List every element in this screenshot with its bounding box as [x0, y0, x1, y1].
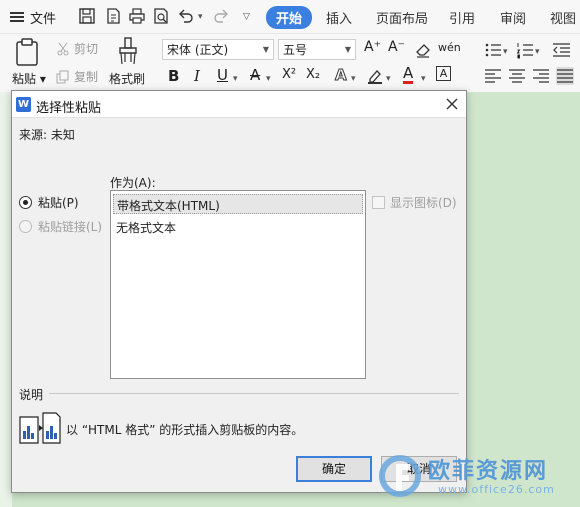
- decrease-indent-icon[interactable]: [552, 41, 570, 59]
- paste-link-radio: 粘贴链接(L): [19, 218, 102, 235]
- copy-label: 复制: [74, 70, 99, 84]
- strike-dropdown-icon[interactable]: ▾: [266, 74, 271, 84]
- watermark-logo-icon: [378, 450, 426, 498]
- file-menu-label: 文件: [30, 11, 57, 27]
- tab-review[interactable]: 审阅: [500, 8, 526, 27]
- paste-special-dialog: W 选择性粘贴 来源: 未知 粘贴(P) 粘贴链接(L) 作为(A): 带格式文…: [11, 90, 467, 493]
- paste-result-icon: [19, 411, 61, 445]
- description-text: 以 “HTML 格式” 的形式插入剪贴板的内容。: [66, 423, 304, 437]
- source-text: 来源: 未知: [19, 128, 75, 142]
- scissors-icon: [57, 42, 69, 55]
- save-icon[interactable]: [78, 7, 96, 25]
- clipboard-icon: [16, 38, 38, 66]
- paste-label[interactable]: 粘贴 ▾: [12, 70, 46, 87]
- char-border-button[interactable]: A: [436, 66, 451, 81]
- tab-view[interactable]: 视图: [550, 8, 576, 27]
- align-right-icon[interactable]: [532, 67, 550, 85]
- font-color-dropdown-icon[interactable]: ▾: [421, 74, 426, 84]
- underline-dropdown-icon[interactable]: ▾: [233, 74, 238, 84]
- pinyin-guide-button[interactable]: wén: [438, 41, 461, 54]
- underline-button[interactable]: U: [217, 66, 228, 84]
- font-color-button[interactable]: A: [403, 65, 414, 84]
- format-listbox[interactable]: 带格式文本(HTML) 无格式文本: [110, 190, 366, 379]
- checkbox-icon: [372, 196, 385, 209]
- align-left-icon[interactable]: [484, 67, 502, 85]
- tab-page-layout[interactable]: 页面布局: [376, 8, 428, 27]
- justify-icon[interactable]: [556, 67, 574, 85]
- radio-checked-icon: [19, 196, 32, 209]
- ok-button[interactable]: 确定: [296, 456, 372, 482]
- print-preview-icon[interactable]: [152, 7, 170, 25]
- align-center-icon[interactable]: [508, 67, 526, 85]
- description-label: 说明: [19, 388, 44, 402]
- bold-button[interactable]: B: [168, 67, 179, 85]
- description-divider: [49, 393, 459, 394]
- home-ribbon: 粘贴 ▾ 剪切 复制 格式刷 宋体 (正文) ▼ 五号 ▼ A⁺ A⁻ wén …: [0, 34, 580, 92]
- brush-icon: [119, 37, 137, 65]
- chevron-down-icon: ▼: [344, 45, 351, 54]
- dialog-title: 选择性粘贴: [36, 101, 102, 116]
- redo-icon[interactable]: [212, 7, 230, 25]
- print-icon[interactable]: [128, 7, 146, 25]
- font-name-value: 宋体 (正文): [167, 43, 229, 57]
- more-commands-icon[interactable]: ▽: [243, 12, 250, 22]
- wps-writer-icon: W: [16, 97, 31, 112]
- strikethrough-button[interactable]: A: [250, 66, 260, 84]
- tab-home[interactable]: 开始: [266, 6, 313, 29]
- tab-references[interactable]: 引用: [449, 8, 475, 27]
- title-toolbar: 文件 ▾ ▽ 开始 插入 页面布局 引用 审阅 视图: [0, 0, 580, 34]
- italic-button[interactable]: I: [194, 67, 200, 85]
- cut-label: 剪切: [74, 42, 99, 56]
- format-painter-label: 格式刷: [109, 72, 146, 86]
- numbered-list-icon[interactable]: [516, 41, 534, 59]
- export-pdf-icon[interactable]: [104, 7, 122, 25]
- bullet-dropdown-icon[interactable]: ▾: [503, 47, 508, 57]
- cut-button[interactable]: 剪切: [56, 40, 98, 57]
- format-painter-button[interactable]: [111, 37, 145, 68]
- watermark-name: 欧菲资源网: [428, 459, 549, 484]
- list-item-html[interactable]: 带格式文本(HTML): [113, 194, 363, 214]
- bullet-list-icon[interactable]: [484, 41, 502, 59]
- shrink-font-button[interactable]: A⁻: [388, 39, 405, 55]
- site-watermark: 欧菲资源网 www.office26.com: [378, 450, 580, 507]
- text-effect-button[interactable]: A: [335, 66, 348, 85]
- font-name-select[interactable]: 宋体 (正文) ▼: [162, 39, 274, 60]
- chevron-down-icon: ▼: [262, 45, 269, 54]
- undo-dropdown-icon[interactable]: ▾: [198, 12, 203, 22]
- grow-font-button[interactable]: A⁺: [364, 39, 381, 55]
- tab-insert[interactable]: 插入: [326, 8, 352, 27]
- font-size-value: 五号: [283, 43, 308, 57]
- font-size-select[interactable]: 五号 ▼: [278, 39, 356, 60]
- numbered-dropdown-icon[interactable]: ▾: [535, 47, 540, 57]
- paste-link-radio-label: 粘贴链接(L): [38, 220, 103, 234]
- dialog-titlebar[interactable]: W 选择性粘贴: [12, 91, 466, 118]
- close-icon[interactable]: [444, 96, 460, 112]
- highlight-dropdown-icon[interactable]: ▾: [386, 74, 391, 84]
- subscript-button[interactable]: X₂: [306, 67, 320, 82]
- highlight-icon[interactable]: [366, 67, 384, 85]
- file-menu-button[interactable]: 文件: [10, 8, 57, 27]
- as-label: 作为(A):: [110, 176, 156, 190]
- show-as-icon-checkbox: 显示图标(D): [372, 194, 457, 211]
- copy-icon: [56, 70, 69, 83]
- clear-format-icon[interactable]: [414, 41, 432, 59]
- undo-icon[interactable]: [177, 7, 195, 25]
- paste-button[interactable]: [12, 38, 42, 66]
- show-as-icon-label: 显示图标(D): [390, 196, 457, 210]
- hamburger-icon: [10, 12, 24, 22]
- copy-button[interactable]: 复制: [56, 68, 98, 85]
- paste-radio-label: 粘贴(P): [38, 196, 79, 210]
- superscript-button[interactable]: X²: [282, 67, 296, 82]
- watermark-url: www.office26.com: [438, 483, 555, 496]
- text-effect-dropdown-icon[interactable]: ▾: [351, 74, 356, 84]
- paste-radio[interactable]: 粘贴(P): [19, 194, 79, 211]
- radio-disabled-icon: [19, 220, 32, 233]
- list-item-plain-text[interactable]: 无格式文本: [113, 217, 363, 237]
